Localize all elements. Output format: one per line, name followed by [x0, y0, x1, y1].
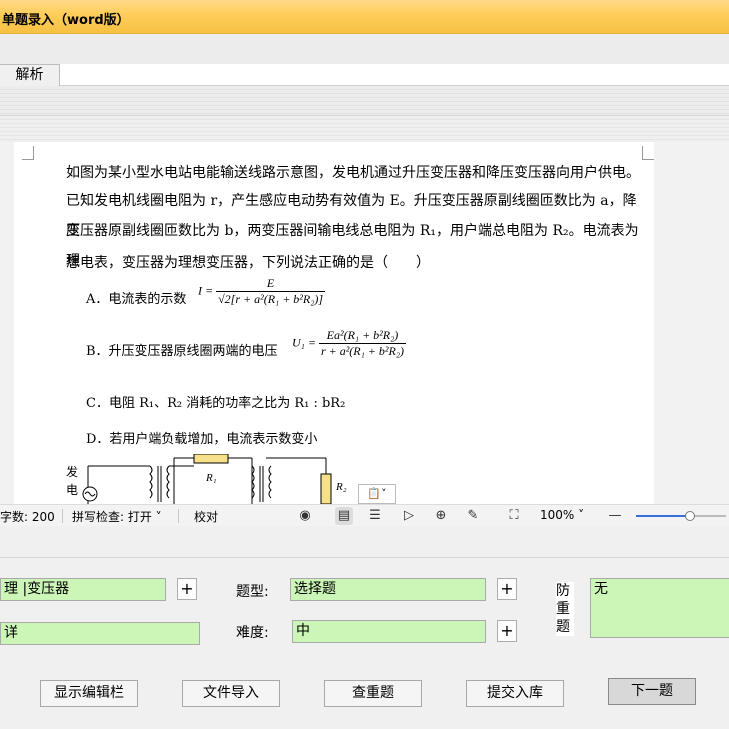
stem-line: 如图为某小型水电站电能输送线路示意图，发电机通过升压变压器和降压变压器向用户供电…: [66, 165, 640, 181]
zoom-slider-thumb[interactable]: [685, 511, 695, 521]
window-title: 单题录入（word版）: [2, 13, 130, 28]
ruler: [0, 116, 729, 142]
r2-label: R₂: [335, 481, 347, 493]
add-type-button[interactable]: +: [497, 578, 517, 600]
zoom-level: 100%: [540, 508, 575, 522]
spellcheck-toggle[interactable]: 拼写检查: 打开 ˅: [72, 508, 162, 525]
generator-label-2: 电: [66, 483, 78, 497]
difficulty-label: 难度:: [236, 625, 269, 641]
proofread-button[interactable]: 校对: [194, 508, 218, 525]
r1-label: R₁: [205, 472, 217, 484]
zoom-slider[interactable]: [636, 511, 726, 521]
stem-line: 想电表，变压器为理想变压器，下列说法正确的是（ ）: [66, 255, 430, 271]
question-type-field[interactable]: 选择题: [290, 578, 486, 601]
formula-lhs: I =: [198, 283, 214, 298]
title-bar: 单题录入（word版）: [0, 0, 729, 34]
formula-numerator: Ea²(R₁ + b²R₂): [318, 328, 406, 344]
circuit-figure: 发 电 R₁ R₂: [66, 454, 347, 504]
add-knowledge-button[interactable]: +: [177, 578, 197, 600]
formula-numerator: E: [216, 276, 326, 292]
duplicate-field[interactable]: 无: [590, 578, 729, 638]
formula-lhs: U₁ =: [292, 335, 316, 350]
editor-toolbar: [0, 86, 729, 116]
spellcheck-label: 拼写检查: 打开: [72, 510, 152, 524]
show-toolbar-button[interactable]: 显示编辑栏: [40, 680, 138, 707]
top-toolbar-area: [0, 34, 729, 64]
option-b-formula: U₁ = Ea²(R₁ + b²R₂) r + a²(R₁ + b²R₂): [292, 328, 406, 359]
option-a: A．电流表的示数: [86, 288, 186, 307]
duplicate-label: 防重题: [556, 582, 574, 636]
detail-field[interactable]: 详: [0, 622, 200, 645]
resistor-r1: [193, 454, 229, 464]
zoom-dropdown[interactable]: 100% ˅: [540, 508, 584, 522]
resistor-r2: [320, 473, 332, 504]
add-difficulty-button[interactable]: +: [497, 620, 517, 642]
zoom-out-icon[interactable]: —: [606, 507, 624, 525]
paste-options-icon[interactable]: 📋˅: [358, 484, 396, 504]
play-icon[interactable]: ▷: [400, 507, 418, 525]
metadata-panel: 理 |变压器 + 详 题型: 选择题 + 难度: 中 + 防重题 无 显示编辑栏…: [0, 526, 729, 729]
page-corner-mark: [22, 146, 34, 160]
outline-view-icon[interactable]: ☰: [366, 507, 384, 525]
panel-band: [0, 526, 729, 558]
next-question-button[interactable]: 下一题: [608, 678, 696, 705]
option-d: D．若用户端负载增加，电流表示数变小: [86, 432, 318, 447]
type-label: 题型:: [236, 584, 269, 600]
page-view-icon[interactable]: ▤: [335, 507, 353, 525]
pen-icon[interactable]: ✎: [464, 507, 482, 525]
tab-strip: 解析: [0, 64, 729, 86]
fit-screen-icon[interactable]: ⛶: [505, 507, 523, 525]
eye-icon[interactable]: ◉: [296, 507, 314, 525]
check-duplicate-button[interactable]: 查重题: [324, 680, 422, 707]
import-file-button[interactable]: 文件导入: [182, 680, 280, 707]
option-b-text: B．升压变压器原线圈两端的电压: [86, 344, 278, 359]
formula-denominator: r + a²(R₁ + b²R₂): [320, 344, 404, 358]
option-a-text: A．电流表的示数: [86, 292, 187, 307]
status-bar: 字数: 200 拼写检查: 打开 ˅ 校对 ◉ ▤ ☰ ▷ ⊕ ✎ ⛶ 100%…: [0, 504, 729, 526]
word-count: 字数: 200: [0, 510, 55, 524]
document-page[interactable]: 如图为某小型水电站电能输送线路示意图，发电机通过升压变压器和降压变压器向用户供电…: [14, 142, 654, 504]
difficulty-field[interactable]: 中: [292, 620, 486, 643]
knowledge-point-field[interactable]: 理 |变压器: [0, 578, 166, 601]
formula-denominator: √2[r + a²(R₁ + b²R₂)]: [218, 292, 324, 306]
option-c: C．电阻 R₁、R₂ 消耗的功率之比为 R₁ : bR₂: [86, 396, 346, 411]
web-view-icon[interactable]: ⊕: [432, 507, 450, 525]
option-b: B．升压变压器原线圈两端的电压: [86, 340, 278, 359]
document-area[interactable]: ⋮⋮ 如图为某小型水电站电能输送线路示意图，发电机通过升压变压器和降压变压器向用…: [0, 142, 729, 504]
submit-button[interactable]: 提交入库: [466, 680, 564, 707]
zoom-slider-fill: [636, 515, 690, 517]
option-a-formula: I = E √2[r + a²(R₁ + b²R₂)]: [198, 276, 326, 307]
tab-analysis[interactable]: 解析: [0, 64, 60, 86]
generator-label-1: 发: [66, 464, 78, 479]
